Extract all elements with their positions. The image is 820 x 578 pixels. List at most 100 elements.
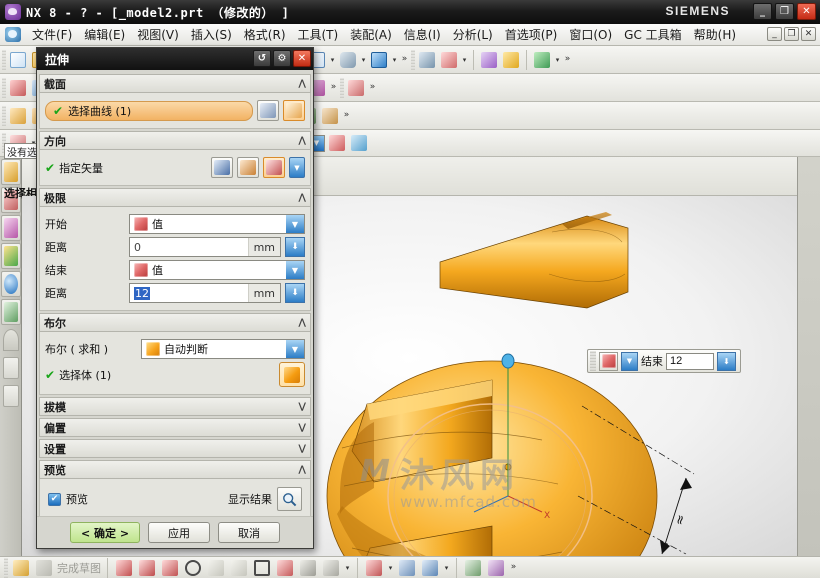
shaded-view-caret[interactable]: ▾ (391, 56, 398, 64)
toolbar-grip[interactable] (411, 49, 415, 70)
chevron-up-icon[interactable]: ⋀ (298, 79, 306, 89)
resource-scroll-down-icon[interactable] (1, 383, 21, 409)
close-button[interactable]: ✕ (797, 3, 816, 20)
inferred-vector-icon[interactable] (263, 157, 285, 178)
select-body-label[interactable]: 选择体 (1) (59, 367, 111, 383)
reverse-direction-icon[interactable] (211, 157, 233, 178)
toolbar-overflow-button[interactable]: » (400, 55, 409, 64)
section-header-settings[interactable]: 设置 ⋁ (39, 439, 311, 458)
menu-item-information[interactable]: 信息(I) (398, 24, 447, 45)
onscreen-end-value-input[interactable] (666, 352, 714, 370)
chevron-down-icon[interactable]: ⋁ (298, 423, 306, 433)
start-type-combo[interactable]: 值 ▼ (129, 214, 305, 234)
sketch-animate-dimension-icon[interactable] (486, 558, 506, 578)
wcs-dynamic-icon[interactable] (439, 50, 459, 70)
sew-icon[interactable] (320, 106, 340, 126)
toolbar-grip[interactable] (340, 77, 344, 98)
curve-rule-icon[interactable] (257, 100, 279, 121)
minimize-button[interactable]: _ (753, 3, 772, 20)
section-header-boolean[interactable]: 布尔 ⋀ (39, 313, 311, 332)
reset-icon[interactable]: ↺ (253, 50, 271, 67)
chevron-down-icon[interactable]: ▼ (621, 351, 638, 371)
toolbar-grip[interactable] (2, 49, 6, 70)
sketch-line-icon[interactable] (137, 558, 157, 578)
menu-item-analysis[interactable]: 分析(L) (447, 24, 499, 45)
rotate-view-caret[interactable]: ▾ (360, 56, 367, 64)
section-header-direction[interactable]: 方向 ⋀ (39, 131, 311, 150)
sketch-rectangle-icon[interactable] (252, 558, 272, 578)
end-distance-spin-button[interactable]: ⬇ (285, 283, 305, 303)
menu-item-gc-toolbox[interactable]: GC 工具箱 (618, 24, 688, 45)
chevron-up-icon[interactable]: ⋀ (298, 318, 306, 328)
resource-history-icon[interactable] (1, 299, 21, 325)
start-distance-input[interactable]: 0 mm (129, 237, 281, 257)
menu-item-format[interactable]: 格式(R) (238, 24, 292, 45)
sketch-fillet-icon[interactable] (206, 558, 226, 578)
sketch-circle-icon[interactable] (183, 558, 203, 578)
sketch-offset-curve-icon[interactable] (321, 558, 341, 578)
toolbar-grip[interactable] (2, 77, 6, 98)
sketch-profile-icon[interactable] (114, 558, 134, 578)
show-hide-caret[interactable]: ▾ (554, 56, 561, 64)
ok-button[interactable]: < 确定 > (69, 522, 141, 543)
sketch-display-constraints-icon[interactable] (463, 558, 483, 578)
wcs-caret[interactable]: ▾ (461, 56, 468, 64)
doc-minimize-button[interactable]: _ (767, 27, 782, 41)
preview-checkbox-label[interactable]: 预览 (66, 491, 88, 507)
show-hide-icon[interactable] (532, 50, 552, 70)
vector-constructor-icon[interactable] (237, 157, 259, 178)
resource-reuse-library-icon[interactable] (1, 243, 21, 269)
chevron-down-icon[interactable]: ▼ (286, 340, 304, 358)
layer-settings-icon[interactable] (417, 50, 437, 70)
sketch-constraint-icon[interactable] (397, 558, 417, 578)
chevron-down-icon[interactable]: ⋁ (298, 402, 306, 412)
sketch-arc-icon[interactable] (160, 558, 180, 578)
sketch-offset-caret[interactable]: ▾ (344, 564, 351, 572)
resource-internet-explorer-icon[interactable] (1, 271, 21, 297)
toolbar-overflow-button[interactable]: » (368, 83, 377, 92)
sketch-section-icon[interactable] (283, 100, 305, 121)
sketch-chamfer-icon[interactable] (229, 558, 249, 578)
sketch-point-icon[interactable] (298, 558, 318, 578)
apply-button[interactable]: 应用 (148, 522, 211, 543)
end-distance-input[interactable]: 12 mm (129, 283, 281, 303)
onscreen-drag-handle[interactable] (590, 351, 596, 371)
toolbar-grip[interactable] (4, 557, 8, 578)
menu-item-window[interactable]: 窗口(O) (563, 24, 618, 45)
menu-item-file[interactable]: 文件(F) (26, 24, 78, 45)
sketch-dimension-caret[interactable]: ▾ (443, 564, 450, 572)
rotate-view-icon[interactable] (338, 50, 358, 70)
magnifier-icon[interactable] (277, 487, 302, 511)
sketch-quick-trim-icon[interactable] (364, 558, 384, 578)
curve-line-icon[interactable] (8, 106, 28, 126)
section-header-offset[interactable]: 偏置 ⋁ (39, 418, 311, 437)
resource-assembly-navigator-icon[interactable] (1, 159, 21, 185)
section-header-preview[interactable]: 预览 ⋀ (39, 460, 311, 479)
menu-item-preferences[interactable]: 首选项(P) (499, 24, 564, 45)
sketch-in-task-env-icon[interactable] (11, 558, 31, 578)
end-type-combo[interactable]: 值 ▼ (129, 260, 305, 280)
shaded-view-icon[interactable] (369, 50, 389, 70)
chevron-down-icon[interactable]: ⋁ (298, 444, 306, 454)
gear-icon[interactable]: ⚙ (273, 50, 291, 67)
select-curve-button[interactable]: ✔ 选择曲线 (1) (45, 100, 253, 121)
toolbar-grip[interactable] (2, 105, 6, 126)
menu-item-edit[interactable]: 编辑(E) (78, 24, 131, 45)
start-distance-spin-button[interactable]: ⬇ (285, 237, 305, 257)
toolbar-overflow-button[interactable]: » (563, 55, 572, 64)
section-header-draft[interactable]: 拔模 ⋁ (39, 397, 311, 416)
value-cube-icon[interactable] (599, 351, 618, 371)
solid-body-icon[interactable] (279, 362, 305, 387)
toolbar-overflow-button[interactable]: » (342, 111, 351, 120)
chevron-down-icon[interactable]: ▼ (286, 261, 304, 279)
chevron-down-icon[interactable]: ▼ (286, 215, 304, 233)
chevron-up-icon[interactable]: ⋀ (298, 193, 306, 203)
doc-close-button[interactable]: ✕ (801, 27, 816, 41)
sketch-trim-caret[interactable]: ▾ (387, 564, 394, 572)
assembly-constraint-icon[interactable] (501, 50, 521, 70)
toolbar-overflow-button[interactable]: » (329, 83, 338, 92)
chevron-up-icon[interactable]: ⋀ (298, 465, 306, 475)
toolbar-overflow-button[interactable]: » (509, 563, 518, 572)
section-header-section[interactable]: 截面 ⋀ (39, 74, 311, 93)
move-object-icon[interactable] (479, 50, 499, 70)
